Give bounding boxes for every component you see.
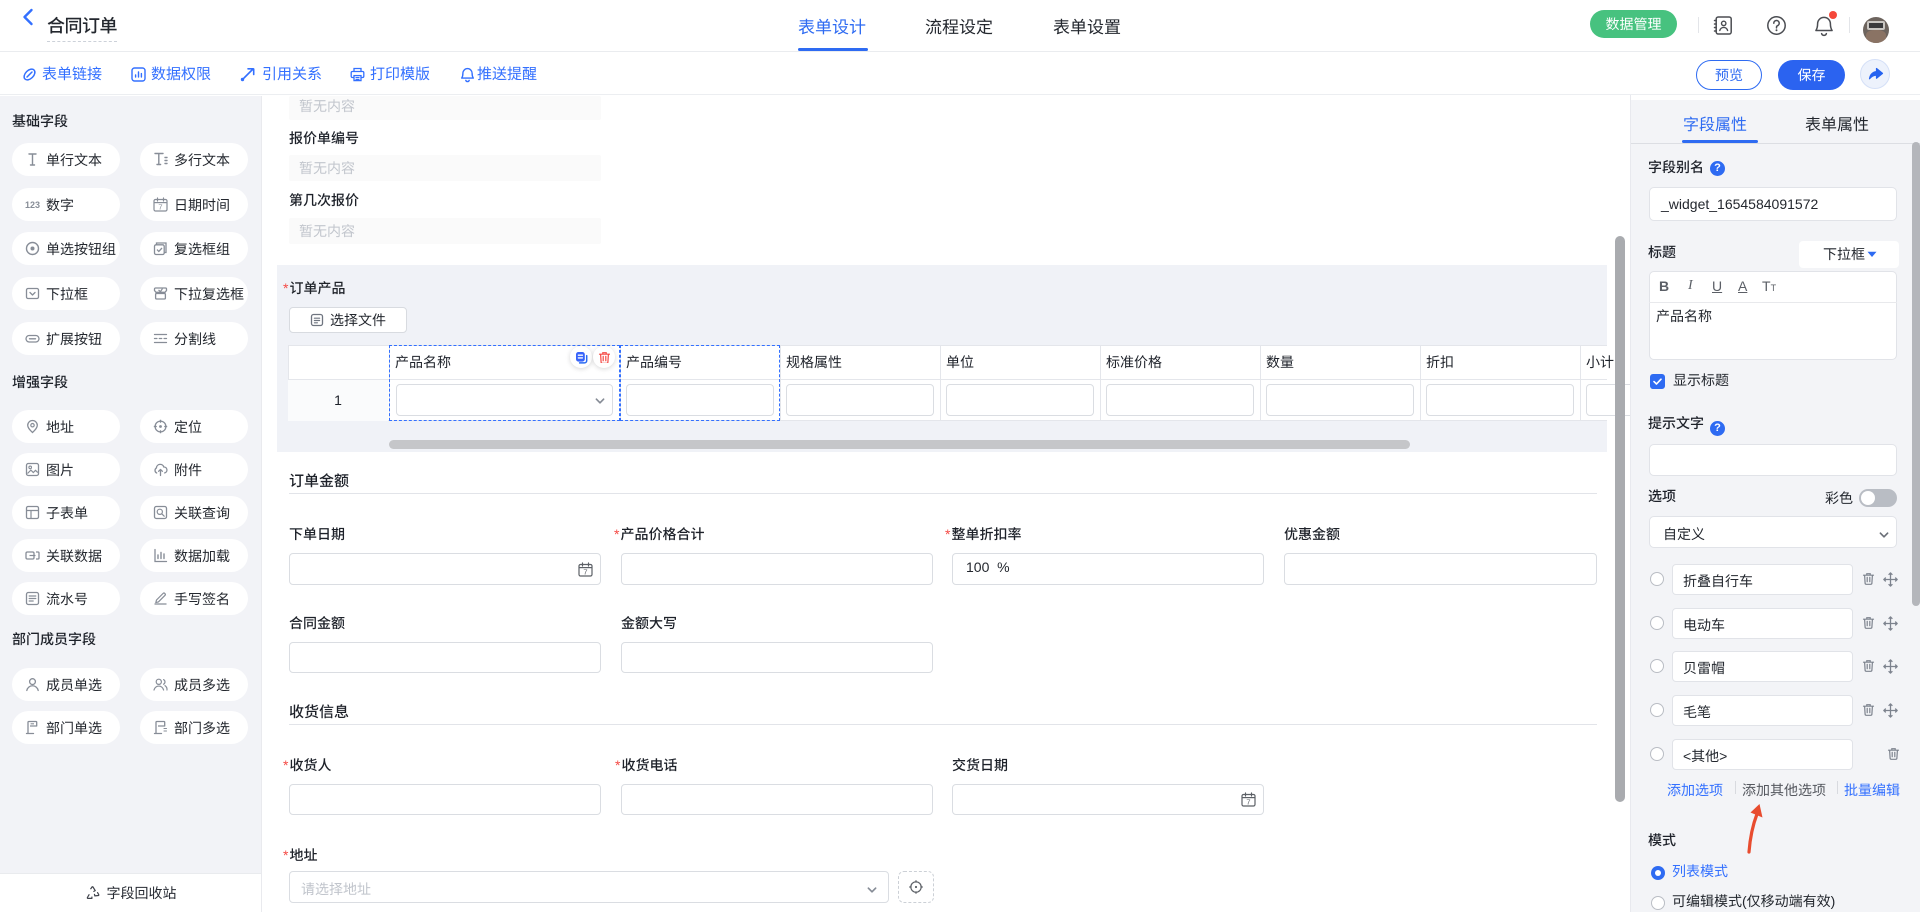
- svg-text:7: 7: [583, 567, 587, 576]
- svg-text:7: 7: [158, 202, 162, 211]
- svg-text:7: 7: [1246, 797, 1250, 806]
